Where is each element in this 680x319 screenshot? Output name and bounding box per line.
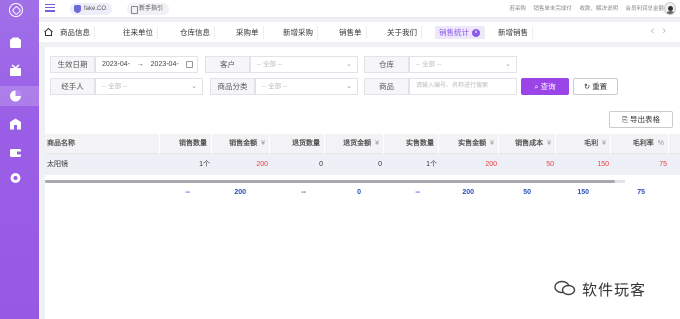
customer-placeholder: -- 全部 -- [257, 61, 283, 68]
warehouse-placeholder: -- 全部 -- [416, 61, 442, 68]
col-product-name[interactable]: 商品名称 [45, 134, 160, 154]
tab-bar: 商品信息 往来单位 仓库信息 采购单 新增采购 销售单 关于我们 销售统计 × 新… [39, 22, 680, 42]
export-button[interactable]: ⎘ 导出表格 [609, 111, 673, 128]
reset-label: 重置 [592, 82, 608, 91]
handler-placeholder: -- 全部 -- [102, 83, 128, 90]
col-gross-margin[interactable]: 毛利率% [611, 134, 669, 154]
query-label: 查询 [540, 82, 556, 91]
tab-warehouse-info[interactable]: 仓库信息 [176, 26, 215, 39]
total-return-qty: -- [301, 189, 306, 196]
col-sales-amount[interactable]: 销售金额 ¥ [212, 134, 270, 154]
menu-toggle-icon[interactable] [45, 4, 55, 13]
table-footer-totals: -- 200 -- 0 -- 200 50 150 75 [45, 186, 680, 200]
cell-sales-amount: 200 [256, 161, 268, 168]
category-placeholder: -- 全部 -- [262, 83, 288, 90]
cell-sales-cost: 50 [546, 161, 554, 168]
total-net-amount: 200 [462, 189, 474, 196]
gift-icon[interactable] [9, 64, 22, 76]
warehouse-label: 仓库 [364, 56, 409, 73]
product-label: 商品 [364, 78, 409, 95]
product-search-input[interactable]: 请输入编号、名称进行搜索 [409, 78, 517, 95]
user-avatar[interactable] [664, 2, 676, 15]
cell-net-amount: 200 [485, 161, 497, 168]
notice-link[interactable]: 若采购 [509, 6, 526, 12]
query-button[interactable]: ⌕ 查询 [521, 78, 569, 95]
customer-label: 客户 [205, 56, 250, 73]
category-select[interactable]: -- 全部 -- ⌄ [255, 78, 358, 95]
home-icon[interactable] [44, 27, 53, 36]
col-gross-profit[interactable]: 毛利 ¥ [556, 134, 611, 154]
col-sales-qty[interactable]: 销售数量 [160, 134, 212, 154]
tab-partners[interactable]: 往来单位 [119, 26, 158, 39]
tab-about-us[interactable]: 关于我们 [383, 26, 422, 39]
date-range-picker[interactable]: 2023-04- → 2023-04- [95, 56, 198, 73]
tab-new-purchase[interactable]: 新增采购 [279, 26, 318, 39]
export-icon: ⎘ [621, 115, 631, 124]
total-return-amount: 0 [357, 189, 361, 196]
cell-return-amount: 0 [378, 161, 382, 168]
category-label: 商品分类 [210, 78, 255, 95]
chart-pie-icon[interactable] [0, 86, 39, 106]
horizontal-scrollbar-thumb[interactable] [45, 180, 615, 183]
product-placeholder: 请输入编号、名称进行搜索 [416, 83, 489, 89]
col-net-amount[interactable]: 实售金额 ¥ [439, 134, 499, 154]
top-bar: fake.CO 新手指引 若采购 销售单未完成付 收款、解决说明 会员利润总金额 [39, 0, 680, 18]
notice-link[interactable]: 收款、解决说明 [579, 6, 618, 12]
tab-sales-orders[interactable]: 销售单 [335, 26, 367, 39]
cell-gross-margin: 75 [659, 161, 667, 168]
customer-select[interactable]: -- 全部 -- ⌄ [250, 56, 358, 73]
table-row[interactable]: 太阳镜 1个 200 0 0 1个 200 50 150 75 [45, 154, 680, 175]
chevron-down-icon: ⌄ [346, 61, 352, 68]
cell-product-name: 太阳镜 [47, 161, 68, 168]
sidebar [0, 0, 39, 319]
cell-gross-profit: 150 [597, 161, 609, 168]
watermark-text: 软件玩客 [582, 281, 647, 299]
tab-new-sales[interactable]: 新增销售 [494, 26, 533, 39]
chevron-down-icon: ⌄ [505, 61, 511, 68]
chevron-down-icon: ⌄ [191, 83, 197, 90]
total-sales-amount: 200 [234, 189, 246, 196]
col-return-qty[interactable]: 退货数量 [270, 134, 325, 154]
company-badge[interactable]: fake.CO [70, 3, 113, 15]
tab-scroll-arrows[interactable]: ‹› [651, 25, 674, 37]
total-sales-cost: 50 [523, 189, 531, 196]
date-label: 生效日期 [50, 56, 95, 73]
refresh-icon: ↻ [583, 82, 593, 91]
cell-return-qty: 0 [319, 161, 323, 168]
date-end: 2023-04- [150, 61, 179, 68]
col-sales-cost[interactable]: 销售成本 ¥ [499, 134, 556, 154]
total-net-qty: -- [415, 189, 420, 196]
total-sales-qty: -- [185, 189, 190, 196]
chevron-down-icon: ⌄ [346, 83, 352, 90]
notice-link[interactable]: 销售单未完成付 [533, 6, 572, 12]
date-start: 2023-04- [102, 61, 131, 68]
cell-net-qty: 1个 [426, 161, 437, 168]
total-gross-profit: 150 [577, 189, 589, 196]
wallet-icon[interactable] [9, 146, 22, 158]
settings-icon[interactable] [9, 172, 22, 184]
reset-button[interactable]: ↻ 重置 [573, 78, 618, 95]
box-icon[interactable] [9, 37, 22, 49]
col-return-amount[interactable]: 退货金额 ¥ [325, 134, 384, 154]
tab-sales-stats[interactable]: 销售统计 × [435, 26, 485, 39]
warehouse-select[interactable]: -- 全部 -- ⌄ [409, 56, 517, 73]
export-label: 导出表格 [630, 115, 661, 124]
notice-links: 若采购 销售单未完成付 收款、解决说明 会员利润总金额 [503, 4, 664, 12]
date-arrow: → [136, 61, 144, 68]
table-header: 商品名称 销售数量 销售金额 ¥ 退货数量 退货金额 ¥ 实售数量 实售金额 ¥ 销售… [45, 134, 680, 154]
guide-button[interactable]: 新手指引 [127, 3, 170, 15]
app-logo-icon[interactable] [9, 3, 23, 17]
close-icon[interactable]: × [472, 29, 480, 37]
notice-link[interactable]: 会员利润总金额 [625, 6, 664, 12]
total-gross-margin: 75 [637, 189, 645, 196]
wechat-icon [554, 280, 576, 296]
handler-label: 经手人 [50, 78, 95, 95]
store-icon[interactable] [9, 118, 22, 130]
tab-purchase-orders[interactable]: 采购单 [232, 26, 264, 39]
tab-product-info[interactable]: 商品信息 [56, 26, 95, 39]
col-net-qty[interactable]: 实售数量 [384, 134, 439, 154]
cell-sales-qty: 1个 [199, 161, 210, 168]
calendar-icon[interactable] [186, 61, 193, 68]
handler-select[interactable]: -- 全部 -- ⌄ [95, 78, 203, 95]
